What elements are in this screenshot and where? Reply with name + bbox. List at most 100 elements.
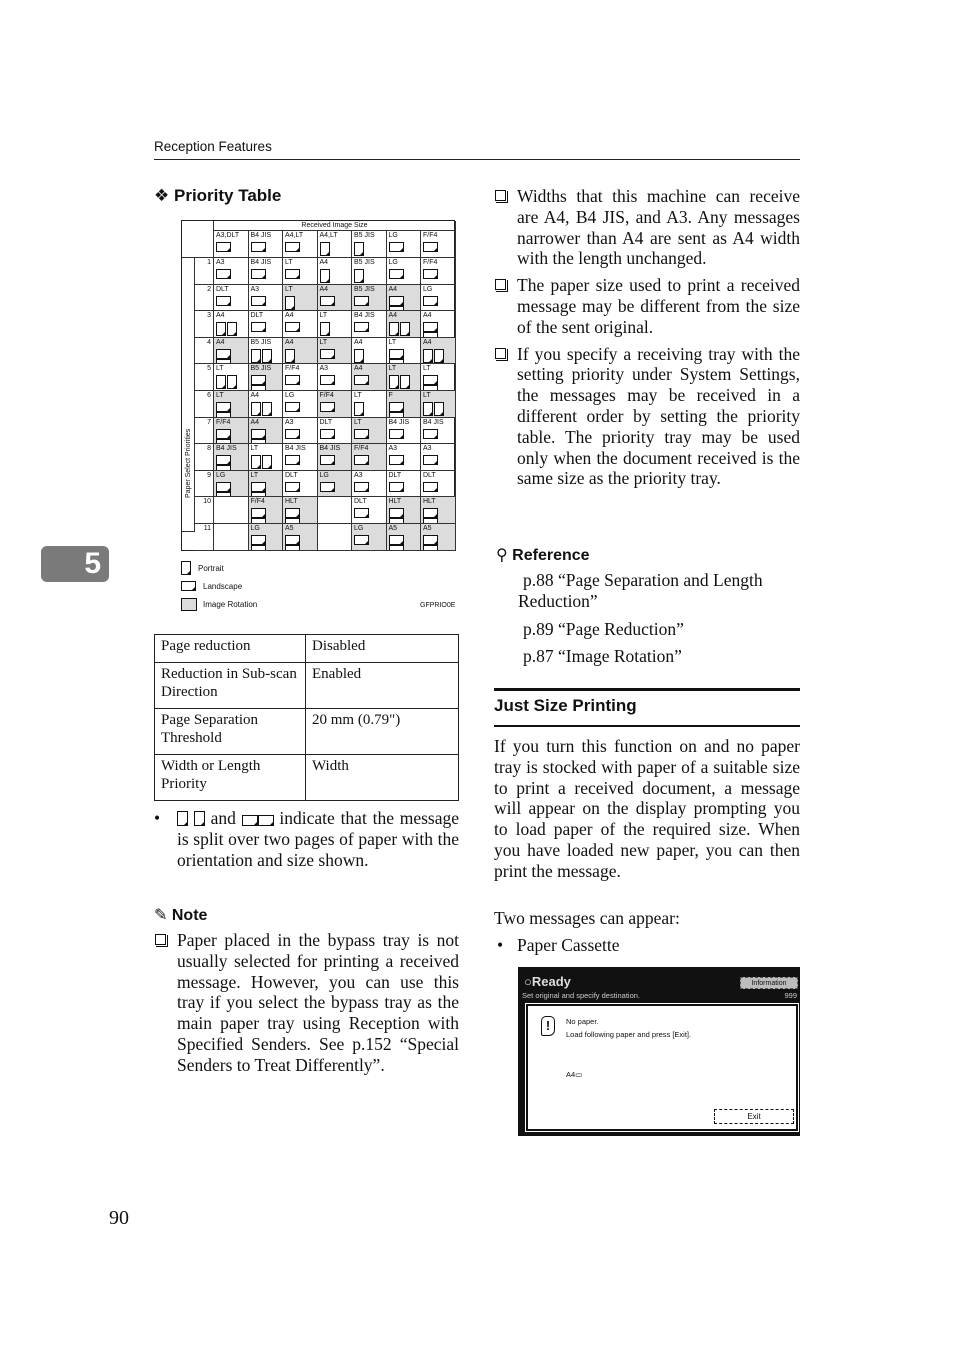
page-icons <box>216 455 246 470</box>
landscape-page-icon <box>423 295 438 306</box>
paper-select-priorities-label: Paper Select Priorities <box>185 428 192 498</box>
priority-cell: A5 <box>386 524 421 551</box>
page-number: 90 <box>109 1207 129 1229</box>
paper-size-label: B4 JIS <box>354 312 375 320</box>
portrait-page-icon <box>261 455 272 470</box>
reference-link[interactable]: p.88 “Page Separation and Length Reducti… <box>518 570 800 612</box>
page-icons <box>250 402 281 416</box>
priority-cell: LG <box>248 524 283 551</box>
page-icons <box>250 508 281 523</box>
paper-size-label: LT <box>216 392 224 399</box>
landscape-page-icon <box>216 348 231 359</box>
priority-cell: B5 JIS <box>248 337 283 365</box>
priority-cell: LT <box>248 444 283 471</box>
setting-name: Page Separation Threshold <box>154 707 306 755</box>
section-rule <box>494 688 800 691</box>
page-icons <box>250 348 281 363</box>
priority-cell: LT <box>283 258 318 285</box>
priority-cell: HLT <box>386 497 421 524</box>
page-icons <box>250 535 281 550</box>
portrait-page-icon <box>319 322 330 337</box>
landscape-page-icon <box>354 481 369 492</box>
magnifier-icon: ⚲ <box>496 547 508 564</box>
paper-size-label: LG <box>250 525 260 532</box>
landscape-page-icon <box>285 508 300 519</box>
landscape-page-icon <box>423 545 438 550</box>
portrait-page-icon <box>285 295 295 310</box>
landscape-page-icon <box>285 375 300 386</box>
page-icons <box>285 242 315 256</box>
portrait-page-icon <box>227 375 237 390</box>
priority-cell: A3 <box>386 444 421 471</box>
page-icons <box>388 242 419 256</box>
landscape-page-icon <box>216 428 231 439</box>
device-screen: ○Ready Information Set original and spec… <box>518 967 800 1136</box>
dialog-line-2: Load following paper and press [Exit]. <box>566 1030 692 1039</box>
landscape-page-icon <box>285 402 300 412</box>
page-icons <box>285 455 315 469</box>
paper-size-label: A3 <box>216 259 225 266</box>
reference-link[interactable]: p.89 “Page Reduction” <box>518 619 800 640</box>
page-icons <box>319 402 350 416</box>
paper-size-label: HLT <box>423 498 436 506</box>
priority-cell: A4 <box>248 417 283 445</box>
landscape-page-icon <box>216 269 231 279</box>
portrait-page-icon <box>388 375 399 390</box>
portrait-page-icon <box>354 242 364 256</box>
note-item-text: If you specify a receiving tray with the… <box>517 343 800 489</box>
information-button[interactable]: Information <box>740 977 798 989</box>
priority-row-number: 9 <box>195 470 214 498</box>
page-icons <box>354 428 384 443</box>
paper-size-label: F/F4 <box>423 259 438 266</box>
landscape-page-icon <box>388 295 404 306</box>
page-icons <box>285 481 315 496</box>
priority-row-number: 6 <box>195 391 214 418</box>
landscape-page-icon <box>388 508 404 519</box>
portrait-page-icon <box>319 242 330 256</box>
page-icons <box>388 455 419 469</box>
page-icons <box>423 269 453 283</box>
portrait-page-icon <box>181 561 191 575</box>
column-header: B5 JIS <box>352 231 387 258</box>
checkbox-bullet-icon <box>155 934 168 947</box>
paper-size-label: A5 <box>388 525 398 532</box>
column-header: A4,LT <box>317 231 352 258</box>
priority-row-number: 10 <box>195 497 214 524</box>
paper-size-label: A4 <box>250 418 260 426</box>
paper-size-label: LG <box>285 392 295 399</box>
paper-size-label: F/F4 <box>285 365 300 373</box>
paper-size-label: LT <box>354 392 362 399</box>
landscape-page-icon <box>319 295 335 306</box>
landscape-page-icon <box>285 428 300 439</box>
paper-size-label: LT <box>423 392 431 399</box>
paper-size-label: LT <box>423 365 431 373</box>
page-icons <box>216 348 246 364</box>
priority-cell: LT <box>214 364 249 391</box>
page-icons <box>388 481 419 496</box>
page-icons <box>216 295 246 310</box>
priority-cell: HLT <box>421 497 456 524</box>
paper-size-label: LT <box>250 445 259 453</box>
paper-size-label: A5 <box>423 525 432 532</box>
exit-button[interactable]: Exit <box>714 1109 794 1124</box>
landscape-page-icon <box>423 535 438 545</box>
paper-size-label: A4 <box>354 365 363 373</box>
page-icons <box>216 269 246 283</box>
priority-cell: A3 <box>421 444 456 471</box>
priority-cell: B4 JIS <box>386 417 421 445</box>
priority-cell: F/F4 <box>214 417 249 445</box>
priority-cell <box>214 524 249 551</box>
no-paper-dialog: ! No paper. Load following paper and pre… <box>525 1003 799 1132</box>
priority-cell: LT <box>248 470 283 498</box>
landscape-page-icon <box>181 581 196 591</box>
priority-cell: LT <box>421 364 456 391</box>
priority-cell: A4 <box>386 311 421 338</box>
priority-cell: A4 <box>421 311 456 338</box>
landscape-page-icon <box>319 375 335 386</box>
note-item-text: The paper size used to print a received … <box>517 275 800 337</box>
paper-size-label: B5 JIS <box>250 338 272 346</box>
priority-cell: HLT <box>283 497 318 524</box>
priority-cell: LG <box>386 258 421 285</box>
reference-link[interactable]: p.87 “Image Rotation” <box>518 646 800 667</box>
priority-cell: B5 JIS <box>248 364 283 391</box>
